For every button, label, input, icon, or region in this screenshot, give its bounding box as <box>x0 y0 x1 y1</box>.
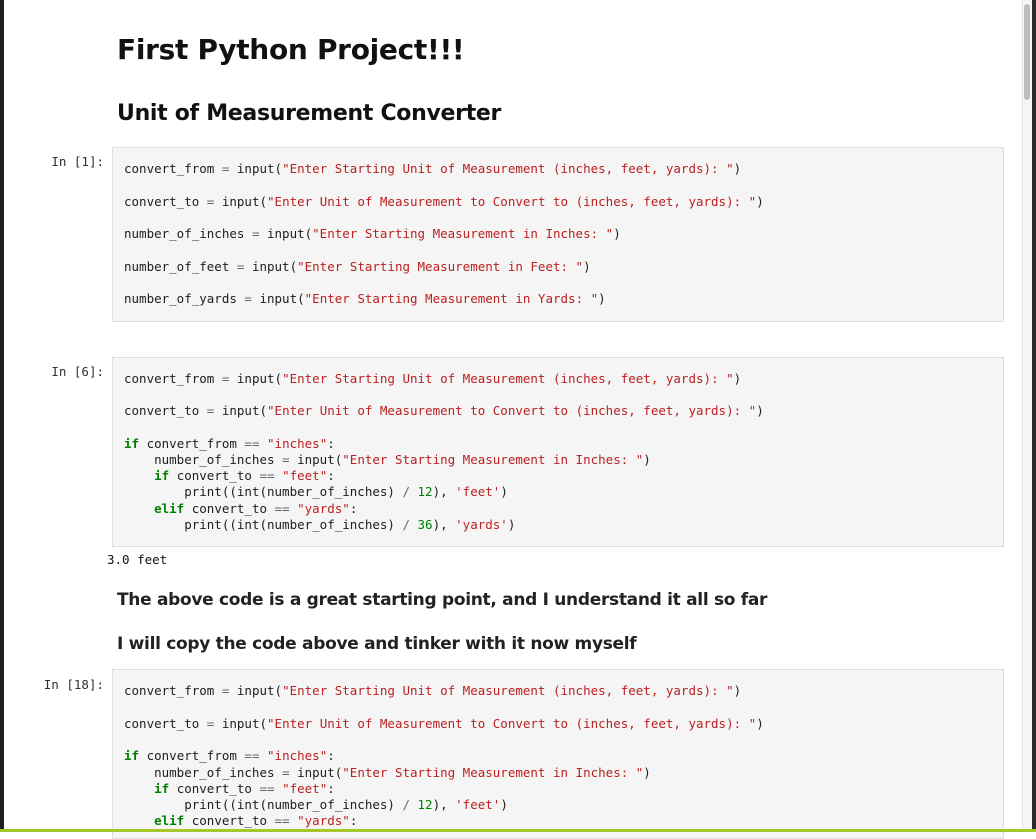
code-line: print((int(number_of_inches) / 12), 'fee… <box>124 484 508 499</box>
code-line: if convert_to == "feet": <box>154 781 335 796</box>
code-line: convert_to = input("Enter Unit of Measur… <box>124 716 764 731</box>
code-line: convert_to = input("Enter Unit of Measur… <box>124 403 764 418</box>
cell-output: 3.0 feet <box>107 552 168 567</box>
code-line: if convert_to == "feet": <box>154 468 335 483</box>
code-line: if convert_from == "inches": <box>124 748 335 763</box>
code-line: elif convert_to == "yards": <box>154 501 358 516</box>
notebook-subtitle: Unit of Measurement Converter <box>117 101 502 126</box>
code-line: convert_from = input("Enter Starting Uni… <box>124 683 742 698</box>
code-line: print((int(number_of_inches) / 12), 'fee… <box>124 797 508 812</box>
markdown-text: The above code is a great starting point… <box>117 590 768 610</box>
code-line: print((int(number_of_inches) / 36), 'yar… <box>124 517 516 532</box>
code-line: convert_from = input("Enter Starting Uni… <box>124 161 742 176</box>
window-frame-left <box>0 0 4 832</box>
notebook-title: First Python Project!!! <box>117 33 465 66</box>
code-cell[interactable]: convert_from = input("Enter Starting Uni… <box>112 147 1004 322</box>
code-line: number_of_inches = input("Enter Starting… <box>124 226 621 241</box>
cell-prompt: In [18]: <box>43 677 104 692</box>
window-frame-right <box>1032 0 1036 832</box>
code-line: elif convert_to == "yards": <box>154 813 358 828</box>
markdown-text: I will copy the code above and tinker wi… <box>117 634 637 654</box>
code-line: number_of_feet = input("Enter Starting M… <box>124 259 591 274</box>
code-line: number_of_inches = input("Enter Starting… <box>124 452 651 467</box>
cell-prompt: In [6]: <box>51 364 104 379</box>
cell-prompt: In [1]: <box>51 154 104 169</box>
code-line: number_of_yards = input("Enter Starting … <box>124 291 606 306</box>
code-line: convert_to = input("Enter Unit of Measur… <box>124 194 764 209</box>
scrollbar-track[interactable] <box>1022 0 1032 832</box>
scrollbar-thumb[interactable] <box>1024 4 1030 100</box>
code-line: if convert_from == "inches": <box>124 436 335 451</box>
code-cell[interactable]: convert_from = input("Enter Starting Uni… <box>112 357 1004 547</box>
code-cell[interactable]: convert_from = input("Enter Starting Uni… <box>112 669 1004 839</box>
code-line: convert_from = input("Enter Starting Uni… <box>124 371 742 386</box>
code-line: number_of_inches = input("Enter Starting… <box>124 765 651 780</box>
